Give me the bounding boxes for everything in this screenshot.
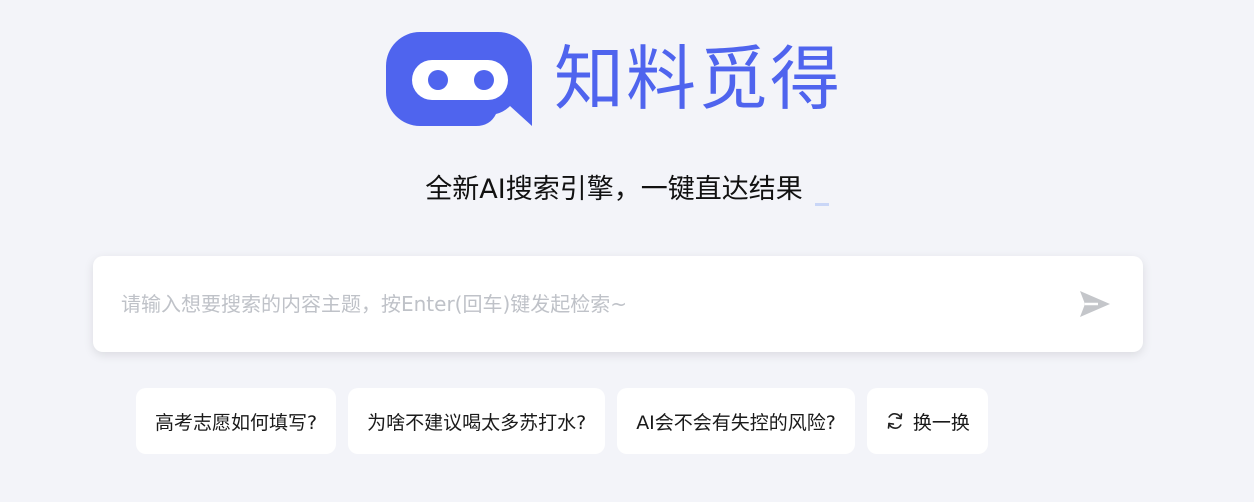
- suggestion-chip[interactable]: 高考志愿如何填写?: [136, 388, 337, 454]
- robot-logo-icon: [386, 32, 532, 126]
- brand-name: 知料觅得: [554, 38, 842, 120]
- suggestion-label: AI会不会有失控的风险?: [636, 411, 836, 434]
- suggestion-list: 高考志愿如何填写? 为啥不建议喝太多苏打水? AI会不会有失控的风险? 换一换: [136, 388, 988, 454]
- typing-cursor: [814, 203, 829, 206]
- search-box: [93, 256, 1143, 352]
- suggestion-chip[interactable]: AI会不会有失控的风险?: [617, 388, 855, 454]
- refresh-label: 换一换: [912, 411, 970, 434]
- logo: 知料觅得: [386, 32, 856, 126]
- tagline: 全新AI搜索引擎，一键直达结果: [0, 170, 1254, 210]
- tagline-text: 全新AI搜索引擎，一键直达结果: [425, 174, 803, 205]
- suggestion-chip[interactable]: 为啥不建议喝太多苏打水?: [348, 388, 606, 454]
- refresh-button[interactable]: 换一换: [866, 388, 988, 454]
- search-input[interactable]: [121, 280, 1041, 328]
- suggestion-label: 高考志愿如何填写?: [155, 411, 318, 434]
- send-button[interactable]: [1077, 287, 1113, 321]
- refresh-icon: [887, 413, 903, 429]
- suggestion-label: 为啥不建议喝太多苏打水?: [367, 411, 587, 434]
- send-icon: [1080, 291, 1110, 317]
